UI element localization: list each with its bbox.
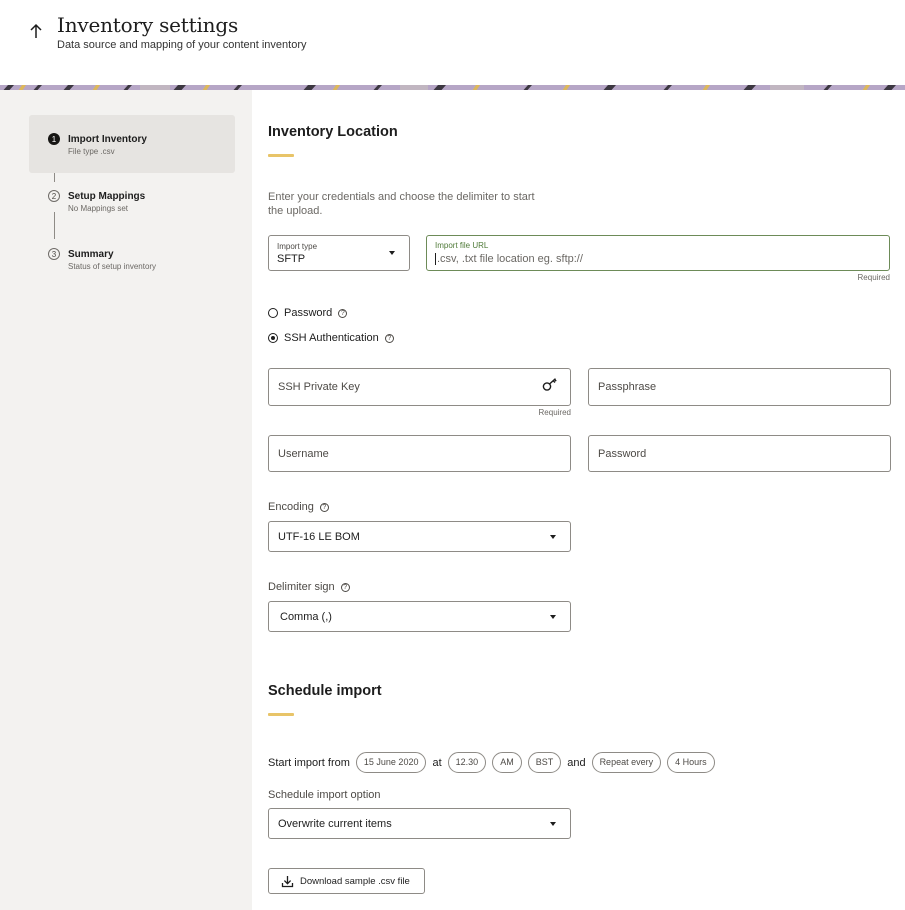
time-chip[interactable]: 12.30 [447, 752, 487, 773]
encoding-label: Encoding ? [268, 501, 329, 513]
auth-radio-password[interactable]: Password ? [268, 307, 348, 319]
title-accent-bar [268, 713, 294, 716]
delimiter-value: Comma (,) [280, 610, 332, 623]
step-number: 2 [48, 190, 60, 202]
delimiter-select[interactable]: Comma (,) [268, 601, 571, 632]
section-title-schedule: Schedule import [268, 683, 382, 699]
at-label: at [432, 756, 442, 769]
password-field[interactable]: Password [588, 435, 891, 472]
schedule-option-select[interactable]: Overwrite current items [268, 808, 571, 839]
download-button-label: Download sample .csv file [300, 875, 410, 887]
import-url-field[interactable]: Import file URL .csv, .txt file location… [426, 235, 890, 271]
title-accent-bar [268, 154, 294, 157]
passphrase-field[interactable]: Passphrase [588, 368, 891, 406]
date-chip[interactable]: 15 June 2020 [355, 752, 427, 773]
interval-chip[interactable]: 4 Hours [667, 752, 715, 773]
back-arrow-icon[interactable] [26, 20, 46, 42]
url-required-note: Required [857, 273, 890, 282]
step-sublabel: File type .csv [68, 147, 115, 156]
import-url-label: Import file URL [435, 241, 489, 250]
decorative-banner [0, 81, 905, 90]
password-placeholder: Password [598, 447, 647, 460]
encoding-label-text: Encoding [268, 501, 314, 513]
passphrase-placeholder: Passphrase [598, 381, 657, 393]
step-import-inventory[interactable]: 1 Import Inventory File type .csv [29, 115, 235, 173]
help-icon[interactable]: ? [340, 582, 350, 592]
encoding-select[interactable]: UTF-16 LE BOM [268, 521, 571, 552]
download-icon [281, 875, 294, 887]
step-label: Setup Mappings [68, 191, 146, 202]
step-sublabel: No Mappings set [68, 204, 129, 213]
repeat-chip[interactable]: Repeat every [591, 752, 662, 773]
step-number: 3 [48, 248, 60, 260]
schedule-option-value: Overwrite current items [278, 817, 392, 830]
timezone-chip[interactable]: BST [527, 752, 562, 773]
radio-label: SSH Authentication [284, 332, 379, 344]
encoding-value: UTF-16 LE BOM [278, 530, 360, 543]
ampm-chip[interactable]: AM [492, 752, 522, 773]
import-type-select[interactable]: Import type SFTP [268, 235, 410, 271]
import-type-value: SFTP [277, 253, 306, 265]
radio-label: Password [284, 307, 333, 319]
page-title: Inventory settings [57, 13, 239, 37]
section-title-location: Inventory Location [268, 124, 398, 140]
ssh-key-placeholder: SSH Private Key [278, 381, 360, 393]
chevron-down-icon [550, 821, 556, 826]
location-description: Enter your credentials and choose the de… [268, 191, 535, 217]
delimiter-label-text: Delimiter sign [268, 581, 335, 593]
chevron-down-icon [550, 534, 556, 539]
help-icon[interactable]: ? [319, 502, 329, 512]
ssh-key-required-note: Required [538, 408, 571, 417]
start-import-label: Start import from [268, 756, 350, 769]
import-url-placeholder: .csv, .txt file location eg. sftp:// [435, 253, 583, 265]
step-setup-mappings[interactable]: 2 Setup Mappings No Mappings set [29, 172, 235, 230]
help-icon[interactable]: ? [384, 333, 394, 343]
username-field[interactable]: Username [268, 435, 571, 472]
delimiter-label: Delimiter sign ? [268, 581, 350, 593]
step-sublabel: Status of setup inventory [68, 262, 157, 271]
download-sample-button[interactable]: Download sample .csv file [268, 868, 425, 894]
radio-circle[interactable] [268, 333, 278, 343]
step-label: Import Inventory [68, 134, 147, 145]
steps-sidebar: 1 Import Inventory File type .csv 2 Setu… [0, 90, 252, 910]
page-subtitle: Data source and mapping of your content … [57, 39, 307, 51]
username-placeholder: Username [278, 447, 329, 460]
page-header: Inventory settings Data source and mappi… [0, 0, 905, 81]
schedule-sentence: Start import from 15 June 2020 at 12.30 … [268, 752, 721, 773]
key-icon[interactable] [542, 378, 558, 397]
step-label: Summary [68, 249, 114, 260]
and-label: and [567, 756, 586, 769]
import-type-label: Import type [277, 242, 318, 251]
main-content: Inventory Location Enter your credential… [252, 90, 905, 910]
ssh-private-key-field[interactable]: SSH Private Key [268, 368, 571, 406]
step-summary[interactable]: 3 Summary Status of setup inventory [29, 230, 235, 288]
auth-radio-ssh[interactable]: SSH Authentication ? [268, 332, 394, 344]
chevron-down-icon [389, 251, 395, 255]
radio-circle[interactable] [268, 308, 278, 318]
help-icon[interactable]: ? [338, 308, 348, 318]
chevron-down-icon [550, 614, 556, 619]
step-number: 1 [48, 133, 60, 145]
schedule-option-label: Schedule import option [268, 789, 381, 801]
